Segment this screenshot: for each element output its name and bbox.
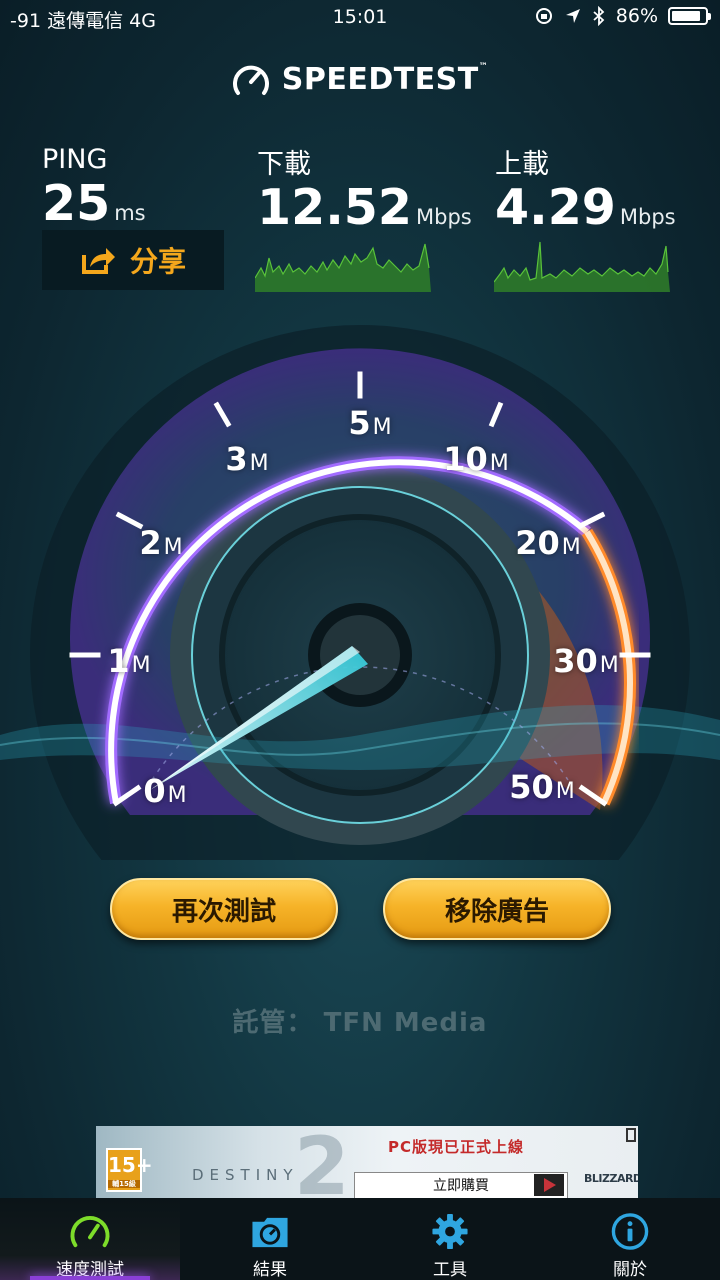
tab-tools[interactable]: 工具 — [360, 1198, 540, 1280]
retest-button[interactable]: 再次測試 — [110, 878, 338, 940]
upload-label: 上載 — [495, 149, 549, 180]
gauge-tick-3: 3M — [225, 440, 269, 478]
gauge-tick-0: 0M — [143, 772, 187, 810]
gauge-tick-20: 20M — [515, 524, 581, 562]
ad-promo-text: PC版現已正式上線 — [388, 1138, 525, 1156]
gauge-tick-1: 1M — [107, 642, 151, 680]
share-icon — [81, 248, 115, 274]
status-bar: -91 遠傳電信 4G 15:01 86% — [0, 0, 720, 36]
ping-value: 25 — [42, 175, 111, 232]
ad-publisher-logo: BLIZZARD — [584, 1172, 638, 1185]
gauge-tick-5: 5M — [348, 404, 392, 442]
gauge-tick-2: 2M — [139, 524, 183, 562]
status-right: 86% — [534, 5, 711, 27]
remove-ads-button[interactable]: 移除廣告 — [383, 878, 611, 940]
info-icon — [611, 1213, 649, 1250]
upload-sparkline — [494, 241, 670, 292]
download-label: 下載 — [257, 149, 311, 180]
battery-icon — [668, 7, 711, 25]
gauge-tick-50: 50M — [509, 768, 575, 806]
orientation-lock-icon — [535, 8, 552, 24]
ping-label: PING — [42, 144, 108, 175]
tab-label: 速度測試 — [56, 1260, 124, 1280]
download-metric: 下載 12.52 Mbps — [257, 142, 472, 232]
tab-label: 工具 — [433, 1260, 467, 1280]
results-folder-icon — [252, 1217, 288, 1248]
upload-metric: 上載 4.29 Mbps — [495, 142, 676, 232]
tab-label: 關於 — [613, 1260, 647, 1280]
location-arrow-icon — [565, 9, 580, 23]
tab-label: 結果 — [253, 1260, 287, 1280]
ping-metric: PING 25 ms — [42, 144, 146, 228]
share-button[interactable]: 分享 — [42, 230, 224, 290]
ad-banner[interactable]: 15+ 輔15級 2 DESTINY PC版現已正式上線 立即購買 BLIZZAR… — [96, 1126, 638, 1200]
age-rating-badge: 15+ 輔15級 — [106, 1148, 153, 1192]
upload-unit: Mbps — [619, 205, 676, 229]
download-unit: Mbps — [416, 205, 472, 229]
tab-about[interactable]: 關於 — [540, 1198, 720, 1280]
battery-percent: 86% — [615, 5, 658, 27]
share-label: 分享 — [129, 245, 186, 278]
ad-big-number: 2 — [294, 1126, 350, 1200]
tab-speedtest[interactable]: 速度測試 — [0, 1198, 180, 1280]
download-value: 12.52 — [257, 179, 412, 236]
download-sparkline — [255, 243, 431, 292]
tab-bar: 速度測試 結果 工具 關於 — [0, 1198, 720, 1280]
gear-icon — [432, 1213, 468, 1250]
ad-game-title: DESTINY — [192, 1166, 299, 1184]
ad-info-icon[interactable] — [626, 1128, 636, 1142]
gauge-tick-10: 10M — [443, 440, 509, 478]
speedometer-icon — [70, 1215, 110, 1248]
speedometer-logo-icon — [232, 65, 269, 95]
gauge-tick-30: 30M — [553, 642, 619, 680]
speedtest-logo: SPEEDTEST™ — [0, 62, 720, 97]
play-icon — [534, 1174, 564, 1196]
upload-value: 4.29 — [495, 179, 616, 236]
ping-unit: ms — [114, 201, 146, 225]
speed-gauge — [0, 325, 720, 860]
logo-title: SPEEDTEST — [281, 62, 479, 97]
tab-results[interactable]: 結果 — [180, 1198, 360, 1280]
trademark: ™ — [478, 62, 489, 72]
host-label: 託管： TFN Media — [232, 1008, 488, 1038]
bluetooth-icon — [593, 6, 605, 26]
